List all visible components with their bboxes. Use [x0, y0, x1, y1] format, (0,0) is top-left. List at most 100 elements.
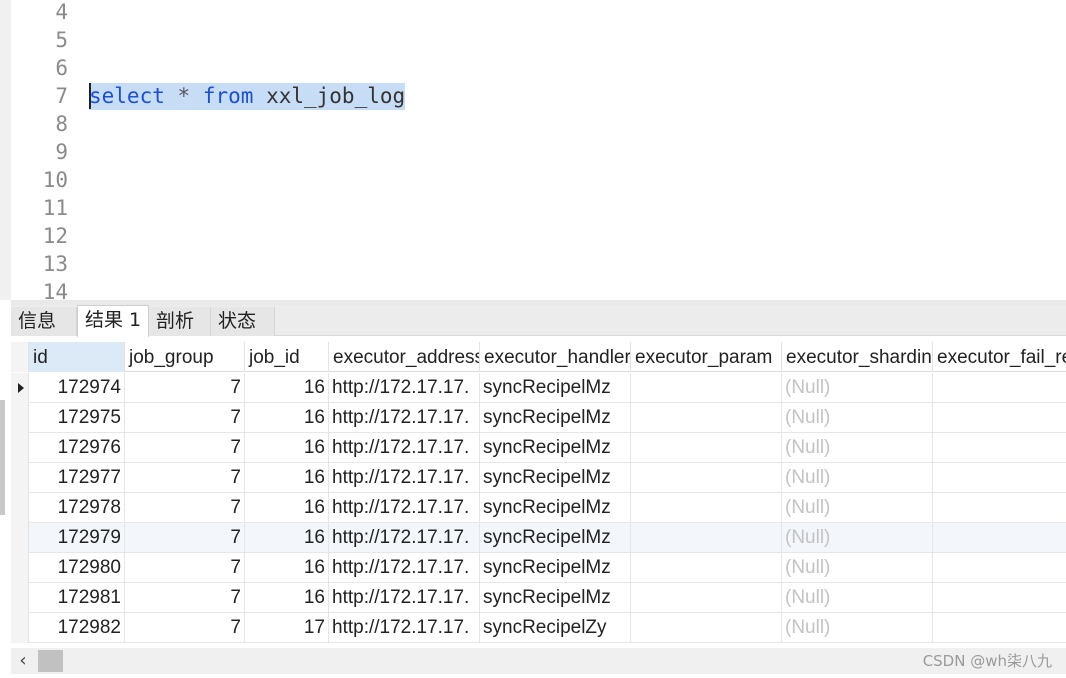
- cell-executor-param[interactable]: [631, 553, 782, 583]
- cell-job-group[interactable]: 7: [125, 523, 245, 553]
- cell-executor-param[interactable]: [631, 523, 782, 553]
- cell-executor-handler[interactable]: syncRecipelMz: [480, 523, 631, 553]
- table-row[interactable]: 172979 7 16 http://172.17.17. syncRecipelMz (…: [11, 523, 1066, 553]
- row-selector[interactable]: [11, 433, 29, 463]
- cell-executor-fail-retry-count[interactable]: [933, 523, 1066, 553]
- table-row[interactable]: 172980 7 16 http://172.17.17. syncRecipelMz (…: [11, 553, 1066, 583]
- cell-job-id[interactable]: 16: [245, 523, 329, 553]
- code-line-sql[interactable]: 7 select * from xxl_job_log: [0, 82, 1066, 110]
- column-header-id[interactable]: id: [29, 342, 125, 372]
- cell-executor-address[interactable]: http://172.17.17.: [329, 523, 480, 553]
- cell-executor-address[interactable]: http://172.17.17.: [329, 403, 480, 433]
- scroll-left-arrow-icon[interactable]: ‹: [11, 648, 35, 674]
- cell-id[interactable]: 172976: [29, 433, 125, 463]
- cell-executor-param[interactable]: [631, 613, 782, 643]
- cell-executor-fail-retry-count[interactable]: [933, 433, 1066, 463]
- column-header-job-id[interactable]: job_id: [245, 342, 329, 372]
- tab-status[interactable]: 状态: [211, 307, 275, 336]
- cell-executor-fail-retry-count[interactable]: [933, 613, 1066, 643]
- row-selector[interactable]: [11, 583, 29, 613]
- cell-executor-fail-retry-count[interactable]: [933, 583, 1066, 613]
- column-header-executor-handler[interactable]: executor_handler: [480, 342, 631, 372]
- cell-executor-address[interactable]: http://172.17.17.: [329, 433, 480, 463]
- cell-job-id[interactable]: 16: [245, 493, 329, 523]
- table-row[interactable]: 172981 7 16 http://172.17.17. syncRecipelMz (…: [11, 583, 1066, 613]
- cell-job-id[interactable]: 16: [245, 433, 329, 463]
- cell-job-group[interactable]: 7: [125, 553, 245, 583]
- cell-executor-handler[interactable]: syncRecipelMz: [480, 493, 631, 523]
- cell-id[interactable]: 172982: [29, 613, 125, 643]
- row-selector[interactable]: [11, 403, 29, 433]
- cell-job-group[interactable]: 7: [125, 583, 245, 613]
- cell-executor-param[interactable]: [631, 433, 782, 463]
- cell-id[interactable]: 172978: [29, 493, 125, 523]
- cell-job-id[interactable]: 16: [245, 373, 329, 403]
- table-row[interactable]: 172982 7 17 http://172.17.17. syncRecipelZy (…: [11, 613, 1066, 643]
- cell-executor-fail-retry-count[interactable]: [933, 553, 1066, 583]
- cell-id[interactable]: 172981: [29, 583, 125, 613]
- cell-executor-sharding-param[interactable]: (Null): [782, 493, 933, 523]
- cell-executor-fail-retry-count[interactable]: [933, 493, 1066, 523]
- cell-executor-fail-retry-count[interactable]: [933, 403, 1066, 433]
- cell-executor-sharding-param[interactable]: (Null): [782, 403, 933, 433]
- cell-executor-fail-retry-count[interactable]: [933, 463, 1066, 493]
- cell-executor-sharding-param[interactable]: (Null): [782, 463, 933, 493]
- cell-executor-sharding-param[interactable]: (Null): [782, 553, 933, 583]
- scrollbar-thumb[interactable]: [38, 650, 63, 672]
- tab-info[interactable]: 信息: [11, 307, 77, 336]
- cell-executor-handler[interactable]: syncRecipelZy: [480, 613, 631, 643]
- table-row[interactable]: 172975 7 16 http://172.17.17. syncRecipelMz (…: [11, 403, 1066, 433]
- cell-job-group[interactable]: 7: [125, 373, 245, 403]
- cell-executor-address[interactable]: http://172.17.17.: [329, 613, 480, 643]
- cell-executor-handler[interactable]: syncRecipelMz: [480, 463, 631, 493]
- column-header-executor-fail-retry-count[interactable]: executor_fail_retry_count: [933, 342, 1066, 372]
- column-header-executor-sharding-param[interactable]: executor_sharding_param: [782, 342, 933, 372]
- cell-job-id[interactable]: 16: [245, 583, 329, 613]
- cell-id[interactable]: 172974: [29, 373, 125, 403]
- column-header-executor-address[interactable]: executor_address: [329, 342, 480, 372]
- cell-executor-handler[interactable]: syncRecipelMz: [480, 373, 631, 403]
- cell-job-group[interactable]: 7: [125, 403, 245, 433]
- table-row[interactable]: 172974 7 16 http://172.17.17. syncRecipelMz (…: [11, 373, 1066, 403]
- cell-executor-address[interactable]: http://172.17.17.: [329, 493, 480, 523]
- cell-executor-param[interactable]: [631, 373, 782, 403]
- cell-job-group[interactable]: 7: [125, 433, 245, 463]
- cell-executor-address[interactable]: http://172.17.17.: [329, 373, 480, 403]
- row-selector[interactable]: [11, 553, 29, 583]
- row-selector[interactable]: [11, 373, 29, 403]
- column-header-job-group[interactable]: job_group: [125, 342, 245, 372]
- table-row[interactable]: 172977 7 16 http://172.17.17. syncRecipelMz (…: [11, 463, 1066, 493]
- cell-executor-address[interactable]: http://172.17.17.: [329, 553, 480, 583]
- column-header-executor-param[interactable]: executor_param: [631, 342, 782, 372]
- cell-executor-sharding-param[interactable]: (Null): [782, 613, 933, 643]
- row-selector[interactable]: [11, 523, 29, 553]
- horizontal-scrollbar[interactable]: ‹: [11, 648, 1066, 674]
- cell-executor-address[interactable]: http://172.17.17.: [329, 463, 480, 493]
- cell-id[interactable]: 172975: [29, 403, 125, 433]
- sql-statement-selected[interactable]: select * from xxl_job_log: [89, 83, 406, 110]
- cell-job-group[interactable]: 7: [125, 463, 245, 493]
- row-selector[interactable]: [11, 493, 29, 523]
- table-row[interactable]: 172978 7 16 http://172.17.17. syncRecipelMz (…: [11, 493, 1066, 523]
- cell-executor-param[interactable]: [631, 463, 782, 493]
- cell-executor-handler[interactable]: syncRecipelMz: [480, 553, 631, 583]
- cell-executor-handler[interactable]: syncRecipelMz: [480, 403, 631, 433]
- tab-result-1[interactable]: 结果 1: [77, 305, 149, 337]
- cell-executor-sharding-param[interactable]: (Null): [782, 373, 933, 403]
- cell-id[interactable]: 172980: [29, 553, 125, 583]
- cell-executor-sharding-param[interactable]: (Null): [782, 523, 933, 553]
- cell-executor-param[interactable]: [631, 583, 782, 613]
- cell-executor-sharding-param[interactable]: (Null): [782, 583, 933, 613]
- cell-executor-handler[interactable]: syncRecipelMz: [480, 583, 631, 613]
- cell-job-id[interactable]: 16: [245, 553, 329, 583]
- result-grid[interactable]: id job_group job_id executor_address exe…: [11, 342, 1066, 643]
- cell-id[interactable]: 172977: [29, 463, 125, 493]
- cell-executor-handler[interactable]: syncRecipelMz: [480, 433, 631, 463]
- cell-job-group[interactable]: 7: [125, 613, 245, 643]
- table-row[interactable]: 172976 7 16 http://172.17.17. syncRecipelMz (…: [11, 433, 1066, 463]
- cell-executor-sharding-param[interactable]: (Null): [782, 433, 933, 463]
- cell-id[interactable]: 172979: [29, 523, 125, 553]
- cell-job-id[interactable]: 16: [245, 463, 329, 493]
- cell-executor-fail-retry-count[interactable]: [933, 373, 1066, 403]
- row-selector[interactable]: [11, 613, 29, 643]
